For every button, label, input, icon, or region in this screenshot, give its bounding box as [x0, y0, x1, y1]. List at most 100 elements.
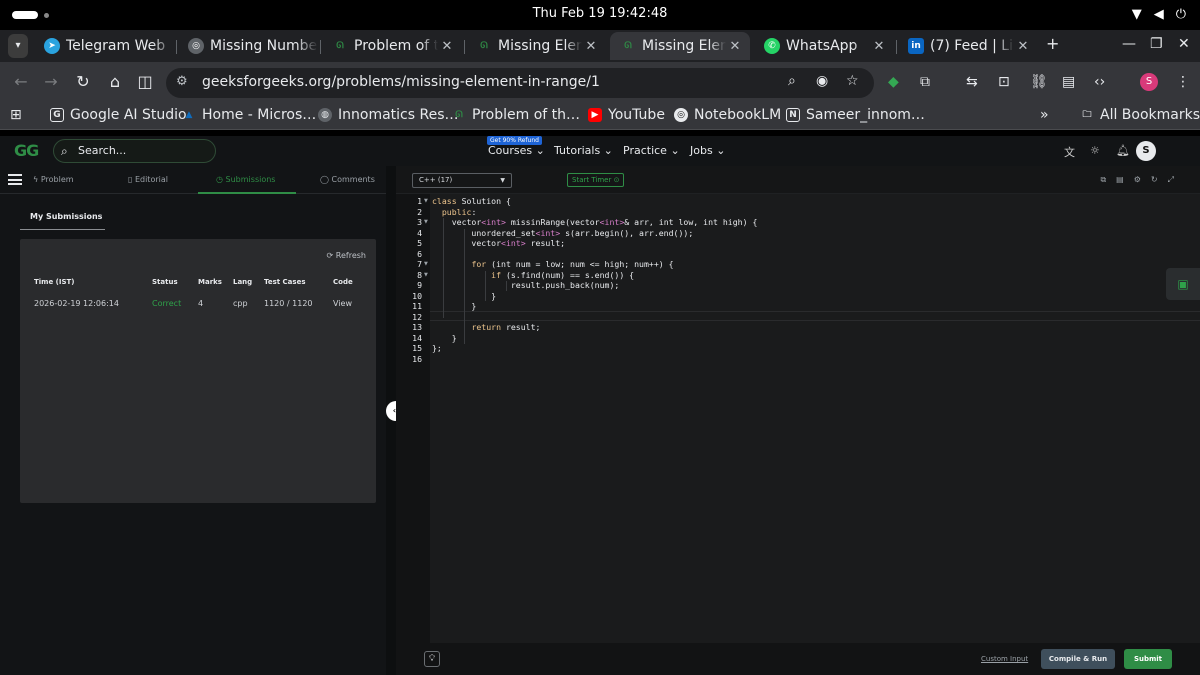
close-window-button[interactable]: ✕ — [1178, 36, 1190, 52]
all-bookmarks-folder[interactable]: 🗀 All Bookmarks — [1080, 107, 1200, 123]
tab-telegram[interactable]: ➤ Telegram Web — [34, 32, 174, 60]
close-icon[interactable]: ✕ — [438, 39, 456, 54]
close-icon[interactable]: ✕ — [582, 39, 600, 54]
code-line[interactable]: } — [432, 301, 476, 312]
code-line[interactable]: unordered_set<int> s(arr.begin(), arr.en… — [432, 228, 693, 239]
close-icon[interactable]: ✕ — [1014, 39, 1032, 54]
split-view-button[interactable]: ◫ — [134, 72, 156, 91]
tab-missing-number[interactable]: ◎ Missing Number — [178, 32, 318, 60]
file-icon[interactable]: ▤ — [1116, 175, 1124, 185]
reload-button[interactable]: ↻ — [72, 72, 94, 91]
copy-icon[interactable]: ⧉ — [1100, 175, 1106, 185]
custom-input-link[interactable]: Custom Input — [981, 655, 1028, 663]
language-select[interactable]: C++ (17) ▼ — [412, 173, 512, 188]
bookmark-google-ai-studio[interactable]: G Google AI Studio — [50, 107, 187, 123]
start-timer-button[interactable]: Start Timer ⊙ — [567, 173, 625, 187]
restore-button[interactable]: ❐ — [1150, 36, 1163, 52]
fullscreen-icon[interactable]: ⤢ — [1168, 175, 1174, 185]
code-line[interactable]: } — [432, 333, 457, 344]
bell-icon[interactable]: 🔔︎ — [1116, 144, 1130, 157]
fold-arrow-icon[interactable]: ▼ — [424, 198, 428, 204]
extension-icon[interactable]: ◆ — [888, 74, 899, 90]
side-panel-icon[interactable]: ▤ — [1062, 74, 1075, 90]
my-submissions-title[interactable]: My Submissions — [30, 212, 102, 221]
home-button[interactable]: ⌂ — [104, 72, 126, 91]
reset-icon[interactable]: ↻ — [1151, 175, 1158, 185]
nav-jobs[interactable]: Jobs ⌄ — [690, 144, 725, 157]
bookmark-youtube[interactable]: ▶ YouTube — [588, 107, 665, 123]
code-line[interactable]: vector<int> result; — [432, 238, 565, 249]
bookmark-home-microsoft[interactable]: ▲ Home - Micros… — [182, 107, 317, 123]
translate-extension-icon[interactable]: ⇆ — [966, 74, 978, 90]
new-tab-button[interactable]: + — [1046, 34, 1059, 53]
profile-avatar[interactable]: S — [1140, 73, 1158, 91]
tab-problem[interactable]: ϟ Problem — [33, 175, 74, 184]
code-line[interactable]: result.push_back(num); — [432, 280, 619, 291]
power-icon[interactable]: ⏻ — [1176, 7, 1186, 22]
gfg-logo[interactable]: GG — [14, 141, 39, 160]
wifi-icon[interactable]: ▼ — [1132, 7, 1142, 22]
code-line[interactable]: } — [432, 291, 496, 302]
bookmark-problem-of-the-day[interactable]: ᘏ Problem of th… — [452, 107, 580, 123]
tab-linkedin[interactable]: in (7) Feed | LinkedIn ✕ — [898, 32, 1038, 60]
code-line[interactable]: vector<int> missinRange(vector<int>& arr… — [432, 217, 758, 228]
devtools-icon[interactable]: ‹› — [1094, 74, 1105, 90]
extensions-puzzle-icon[interactable]: ⧉ — [920, 74, 930, 90]
zoom-icon[interactable]: ⌕ — [788, 73, 796, 89]
code-line[interactable]: for (int num = low; num <= high; num++) … — [432, 259, 673, 270]
nav-practice[interactable]: Practice ⌄ — [623, 144, 680, 157]
site-info-icon[interactable]: ⚙ — [176, 74, 188, 89]
bookmark-star-icon[interactable]: ☆ — [846, 73, 859, 89]
user-avatar[interactable]: S — [1136, 141, 1156, 161]
tab-missing-element-active[interactable]: ᘏ Missing Element ✕ — [610, 32, 750, 60]
fold-arrow-icon[interactable]: ▼ — [424, 272, 428, 278]
tab-missing-element[interactable]: ᘏ Missing Element ✕ — [466, 32, 606, 60]
back-button[interactable]: ← — [10, 72, 32, 91]
code-line[interactable]: return result; — [432, 322, 540, 333]
menu-hamburger-icon[interactable] — [8, 174, 22, 185]
menu-kebab-icon[interactable]: ⋮ — [1176, 74, 1190, 90]
tab-editorial[interactable]: ▯ Editorial — [128, 175, 168, 184]
fold-arrow-icon[interactable]: ▼ — [424, 261, 428, 267]
code-line[interactable]: }; — [432, 343, 442, 354]
tab-problem-of-the-day[interactable]: ᘏ Problem of the Day ✕ — [322, 32, 462, 60]
row-view-link[interactable]: View — [333, 299, 352, 308]
bookmark-notebooklm[interactable]: ◎ NotebookLM — [674, 107, 781, 123]
tab-whatsapp[interactable]: ✆ WhatsApp ✕ — [754, 32, 894, 60]
close-icon[interactable]: ✕ — [870, 39, 888, 54]
close-icon[interactable]: ✕ — [726, 39, 744, 54]
nav-tutorials[interactable]: Tutorials ⌄ — [554, 144, 613, 157]
refresh-button[interactable]: ⟳ Refresh — [327, 251, 366, 260]
chat-icon[interactable]: ▣ — [1166, 268, 1200, 300]
screenshot-extension-icon[interactable]: ⊡ — [998, 74, 1010, 90]
tab-comments[interactable]: ◯ Comments — [320, 175, 375, 184]
lightbulb-icon[interactable]: 💡︎ — [424, 651, 440, 667]
bookmarks-overflow-icon[interactable]: » — [1040, 107, 1049, 123]
system-clock[interactable]: Thu Feb 19 19:42:48 — [0, 6, 1200, 21]
code-line[interactable]: if (s.find(num) == s.end()) { — [432, 270, 634, 281]
submit-button[interactable]: Submit — [1124, 649, 1172, 669]
tab-label: Editorial — [134, 175, 168, 184]
apps-grid-icon[interactable]: ⊞ — [10, 107, 22, 123]
gfg-search-input[interactable]: ⌕ Search... — [53, 139, 216, 163]
link-extension-icon[interactable]: ⛓ — [1030, 74, 1048, 90]
translate-icon[interactable]: 文 — [1064, 144, 1075, 160]
url-text[interactable]: geeksforgeeks.org/problems/missing-eleme… — [202, 74, 600, 90]
tab-search-button[interactable]: ▾ — [8, 34, 28, 58]
forward-button[interactable]: → — [40, 72, 62, 91]
hide-eye-icon[interactable]: ◉ — [816, 73, 828, 89]
code-line[interactable]: class Solution { — [432, 196, 511, 207]
compile-run-button[interactable]: Compile & Run — [1041, 649, 1115, 669]
bookmark-sameer-innomatics[interactable]: N Sameer_innom… — [786, 107, 925, 123]
settings-icon[interactable]: ⚙ — [1134, 175, 1141, 185]
nav-courses[interactable]: Courses ⌄ — [488, 144, 545, 157]
address-bar[interactable]: ⚙ geeksforgeeks.org/problems/missing-ele… — [166, 68, 874, 98]
volume-icon[interactable]: ◀ — [1154, 7, 1164, 22]
tab-submissions[interactable]: ◷ Submissions — [216, 175, 275, 184]
bookmark-innomatics[interactable]: ◍ Innomatics Res… — [318, 107, 458, 123]
code-line[interactable]: public: — [432, 207, 477, 218]
minimize-button[interactable]: — — [1122, 36, 1136, 52]
tab-label: Comments — [331, 175, 375, 184]
theme-toggle-icon[interactable]: ☼ — [1090, 144, 1100, 157]
fold-arrow-icon[interactable]: ▼ — [424, 219, 428, 225]
